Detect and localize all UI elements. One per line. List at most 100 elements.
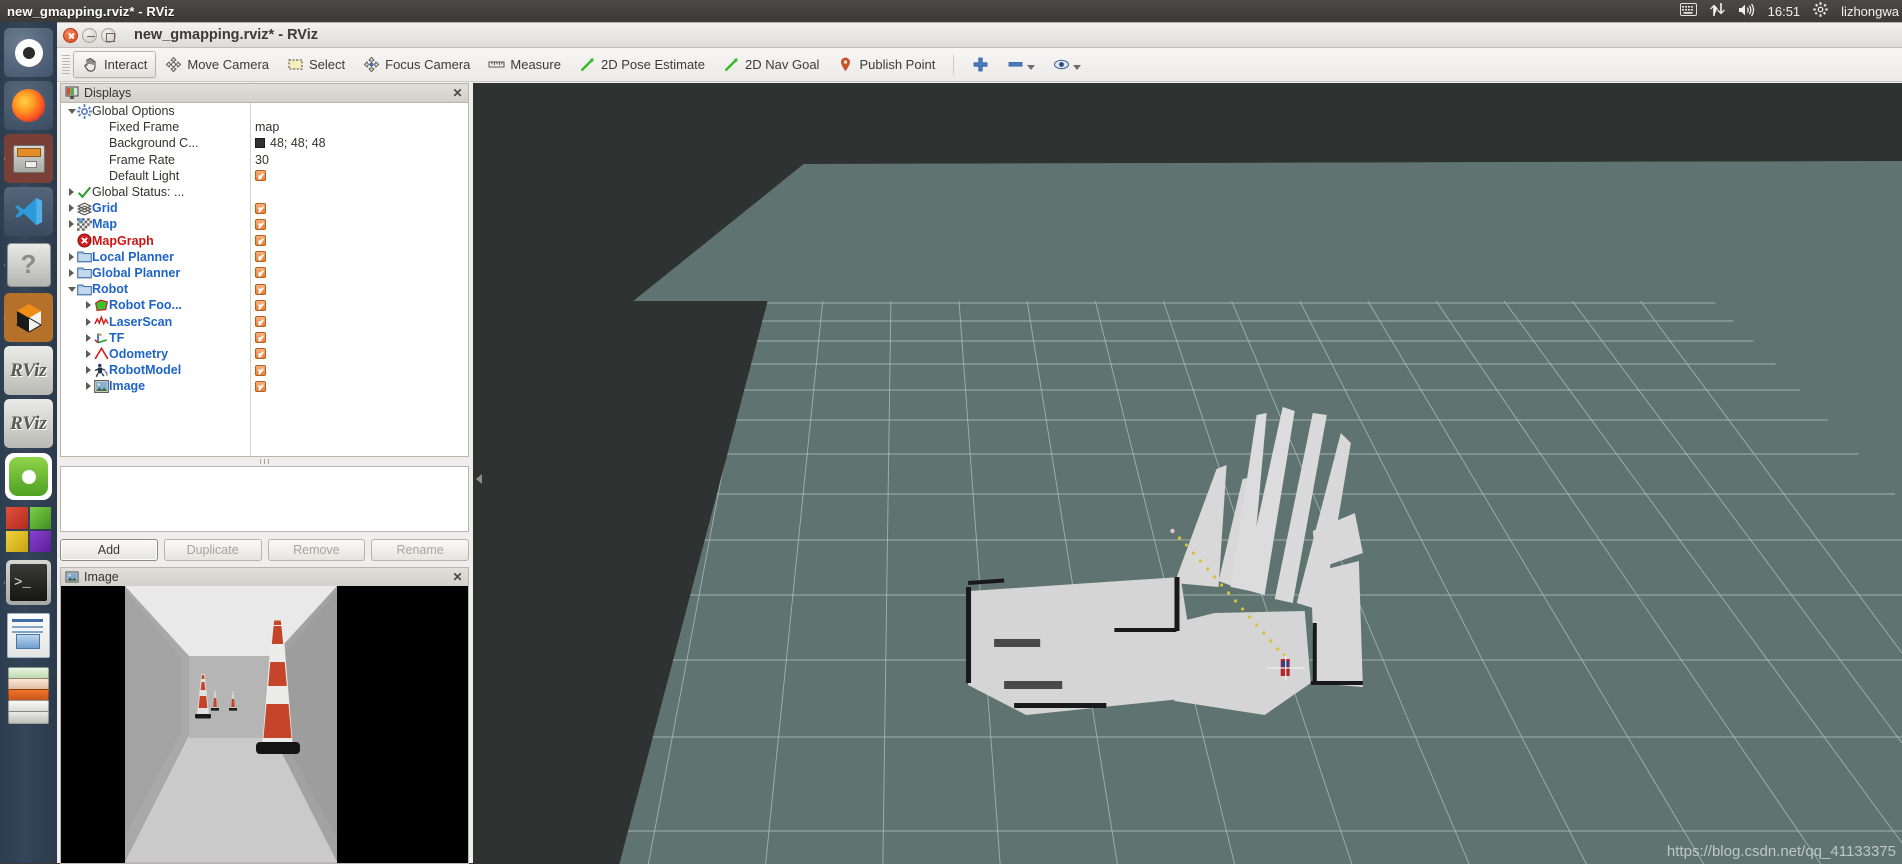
network-updown-icon[interactable] bbox=[1709, 2, 1725, 20]
expand-arrow-icon[interactable] bbox=[83, 301, 94, 310]
launcher-item-app-stack[interactable] bbox=[4, 664, 53, 726]
collapse-arrow-icon[interactable] bbox=[66, 108, 77, 114]
camera-image-view[interactable] bbox=[60, 586, 469, 864]
expand-arrow-icon[interactable] bbox=[66, 220, 77, 229]
launcher-item-terminal[interactable]: >_ bbox=[4, 558, 53, 607]
expand-arrow-icon[interactable] bbox=[66, 188, 77, 197]
close-icon[interactable] bbox=[63, 27, 78, 43]
launcher-item-green-app[interactable] bbox=[4, 452, 53, 501]
username-label[interactable]: lizhongwa bbox=[1841, 4, 1899, 19]
panel-splitter-handle[interactable] bbox=[60, 457, 469, 466]
add-view-button[interactable] bbox=[963, 51, 998, 78]
collapse-left-icon[interactable] bbox=[474, 468, 483, 490]
tree-row-global-planner[interactable]: Global Planner bbox=[61, 265, 468, 281]
tree-row-checkbox[interactable] bbox=[255, 170, 266, 182]
expand-arrow-icon[interactable] bbox=[66, 252, 77, 261]
tool-select-label: Select bbox=[309, 57, 346, 72]
tree-row-frame-rate[interactable]: Frame Rate 30 bbox=[61, 152, 468, 168]
expand-arrow-icon[interactable] bbox=[83, 349, 94, 358]
3d-render-view[interactable]: https://blog.csdn.net/qq_41133375 bbox=[473, 83, 1902, 864]
tree-row-default-light[interactable]: Default Light bbox=[61, 168, 468, 184]
launcher-item-impress[interactable] bbox=[4, 611, 53, 660]
launcher-item-help[interactable]: ? bbox=[4, 240, 53, 289]
image-panel: Image ✕ bbox=[60, 567, 469, 864]
tree-row-checkbox[interactable] bbox=[255, 251, 266, 263]
add-button[interactable]: Add bbox=[60, 539, 158, 561]
tree-row-global-status[interactable]: Global Status: ... bbox=[61, 184, 468, 200]
expand-arrow-icon[interactable] bbox=[83, 382, 94, 391]
tree-row-image[interactable]: Image bbox=[61, 378, 468, 394]
launcher-item-rviz-2[interactable]: RViz bbox=[4, 399, 53, 448]
launcher-item-gazebo[interactable] bbox=[4, 293, 53, 342]
tree-row-checkbox[interactable] bbox=[255, 202, 266, 214]
tree-row-odometry[interactable]: Odometry bbox=[61, 346, 468, 362]
error-icon bbox=[77, 233, 92, 248]
expand-arrow-icon[interactable] bbox=[83, 333, 94, 342]
expand-arrow-icon[interactable] bbox=[83, 317, 94, 326]
toolbar-drag-handle[interactable] bbox=[62, 54, 70, 75]
tool-move-camera[interactable]: Move Camera bbox=[156, 51, 278, 78]
maximize-icon[interactable] bbox=[101, 27, 116, 43]
main-toolbar: Interact Move Camera Select Focus Camera bbox=[57, 48, 1902, 82]
tree-row-tf[interactable]: TF bbox=[61, 330, 468, 346]
rename-button[interactable]: Rename bbox=[371, 539, 469, 561]
window-titlebar: new_gmapping.rviz* - RViz bbox=[57, 23, 1902, 48]
tool-interact[interactable]: Interact bbox=[73, 51, 157, 78]
tree-row-label: RobotModel bbox=[109, 363, 182, 378]
expand-arrow-icon[interactable] bbox=[83, 366, 94, 375]
close-icon[interactable]: ✕ bbox=[451, 570, 464, 584]
volume-icon[interactable] bbox=[1738, 3, 1755, 20]
remove-button[interactable]: Remove bbox=[267, 539, 366, 561]
tree-row-checkbox[interactable] bbox=[255, 332, 266, 344]
tree-row-checkbox[interactable] bbox=[255, 316, 266, 328]
tree-row-checkbox[interactable] bbox=[255, 235, 266, 247]
displays-tree[interactable]: Global Options Fixed Frame map Background C… bbox=[60, 102, 469, 457]
tree-row-value[interactable]: map bbox=[255, 120, 279, 134]
tree-row-mapgraph[interactable]: MapGraph bbox=[61, 233, 468, 249]
launcher-item-vscode[interactable] bbox=[4, 187, 53, 236]
launcher-item-ubuntu-dash[interactable] bbox=[4, 28, 53, 77]
tree-row-checkbox[interactable] bbox=[255, 348, 266, 360]
close-icon[interactable]: ✕ bbox=[451, 86, 464, 100]
tree-row-local-planner[interactable]: Local Planner bbox=[61, 249, 468, 265]
launcher-item-workspace-switcher[interactable] bbox=[4, 505, 53, 554]
tool-2d-pose-estimate[interactable]: 2D Pose Estimate bbox=[570, 51, 714, 78]
tree-row-background-c[interactable]: Background C... 48; 48; 48 bbox=[61, 135, 468, 151]
tool-2d-nav-goal[interactable]: 2D Nav Goal bbox=[714, 51, 828, 78]
tree-row-color-value[interactable]: 48; 48; 48 bbox=[255, 136, 326, 150]
expand-arrow-icon[interactable] bbox=[66, 204, 77, 213]
tree-row-checkbox[interactable] bbox=[255, 283, 266, 295]
tool-publish-point[interactable]: Publish Point bbox=[828, 51, 944, 78]
expand-arrow-icon[interactable] bbox=[66, 268, 77, 277]
remove-view-button[interactable] bbox=[998, 51, 1044, 78]
tree-row-checkbox[interactable] bbox=[255, 299, 266, 311]
collapse-arrow-icon[interactable] bbox=[66, 286, 77, 292]
tree-row-grid[interactable]: Grid bbox=[61, 200, 468, 216]
duplicate-button[interactable]: Duplicate bbox=[163, 539, 262, 561]
tree-row-checkbox[interactable] bbox=[255, 364, 266, 376]
gear-icon[interactable] bbox=[1813, 2, 1828, 20]
keyboard-icon[interactable] bbox=[1679, 3, 1697, 19]
launcher-item-firefox[interactable] bbox=[4, 81, 53, 130]
tree-row-robotmodel[interactable]: RobotModel bbox=[61, 362, 468, 378]
visibility-button[interactable] bbox=[1044, 51, 1090, 78]
tree-row-value[interactable]: 30 bbox=[255, 153, 269, 167]
tree-row-checkbox[interactable] bbox=[255, 380, 266, 392]
tool-focus-camera[interactable]: Focus Camera bbox=[354, 51, 479, 78]
launcher-item-rviz-1[interactable]: RViz bbox=[4, 346, 53, 395]
clock[interactable]: 16:51 bbox=[1768, 4, 1801, 19]
tool-select[interactable]: Select bbox=[278, 51, 354, 78]
tree-row-label: Odometry bbox=[109, 346, 169, 361]
tree-row-checkbox[interactable] bbox=[255, 218, 266, 230]
launcher-item-files[interactable] bbox=[4, 134, 53, 183]
tool-measure[interactable]: Measure bbox=[479, 51, 570, 78]
tree-row-checkbox[interactable] bbox=[255, 267, 266, 279]
tree-row-laserscan[interactable]: LaserScan bbox=[61, 313, 468, 329]
tree-row-robot-foo[interactable]: Robot Foo... bbox=[61, 297, 468, 313]
tree-row-map[interactable]: Map bbox=[61, 216, 468, 232]
tree-row-robot[interactable]: Robot bbox=[61, 281, 468, 297]
minimize-icon[interactable] bbox=[82, 27, 97, 43]
tree-row-global-options[interactable]: Global Options bbox=[61, 103, 468, 119]
tree-row-fixed-frame[interactable]: Fixed Frame map bbox=[61, 119, 468, 135]
tree-row-label: Local Planner bbox=[92, 249, 174, 264]
